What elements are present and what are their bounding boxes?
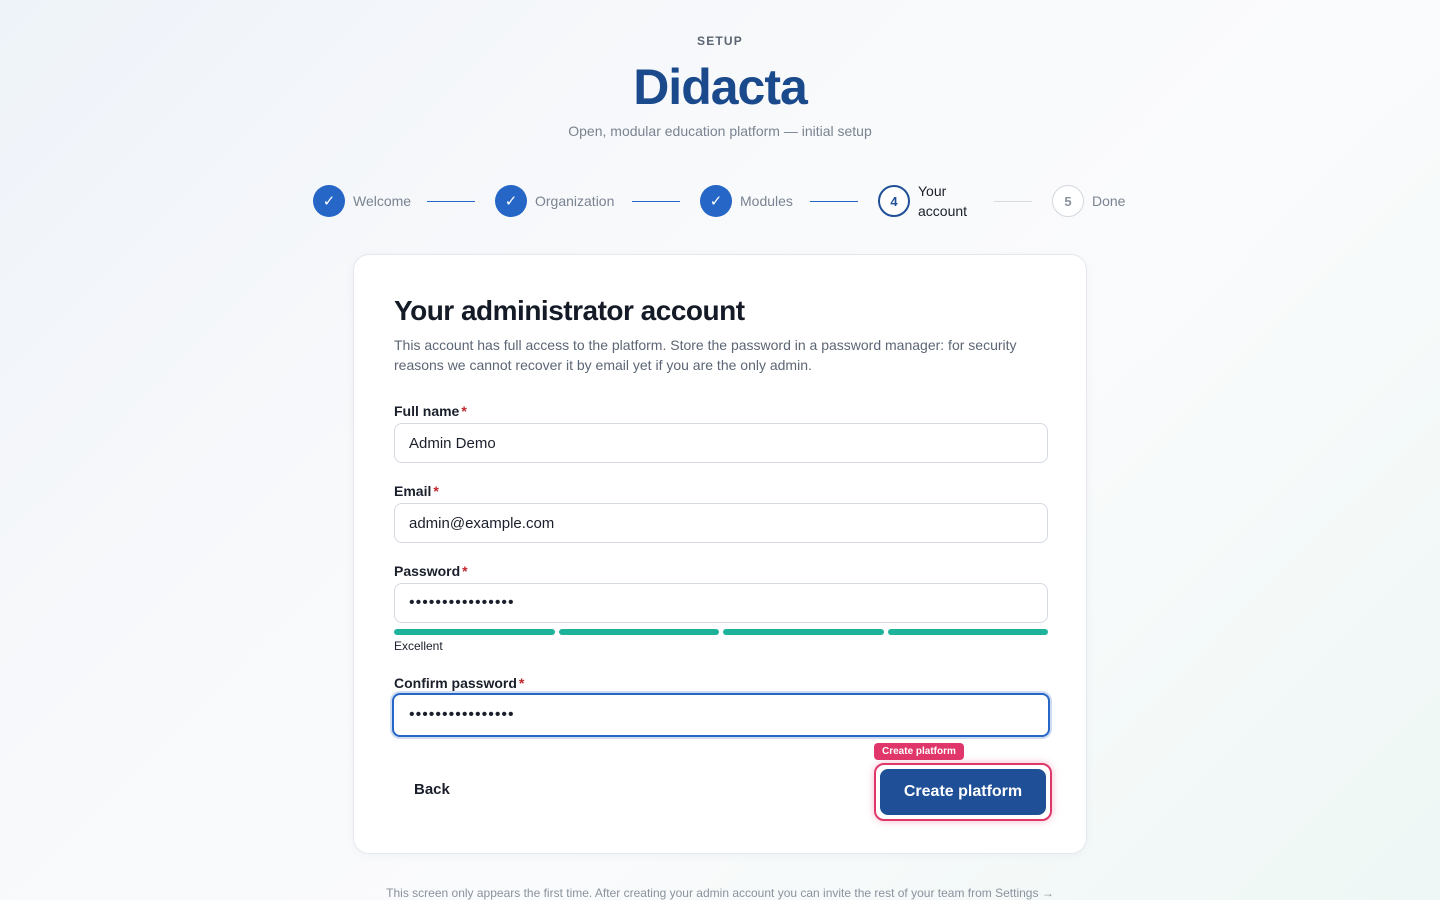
step-number: 5 [1052,185,1084,217]
strength-segment [887,629,1048,635]
step-label-line: Your [918,183,947,199]
step-done: 5 Done [1052,185,1125,217]
step-number: 4 [878,185,910,217]
step-label: Organization [535,193,615,209]
password-input[interactable]: •••••••••••••••• [394,583,1048,623]
tagline: Open, modular education platform — initi… [568,123,872,139]
strength-segment [394,629,555,635]
full-name-value: Admin Demo [409,434,496,452]
step-connector [632,201,680,202]
setup-stepper: ✓ Welcome ✓ Organization ✓ Modules 4 You… [0,180,1440,222]
label-text: Password [394,563,461,579]
brand-logo-text: Didacta [633,59,808,115]
step-label: Done [1092,193,1126,209]
create-platform-highlight: Create platform [874,763,1052,821]
password-label: Password * [394,563,468,579]
step-label: Your account [918,181,967,221]
step-label: Welcome [353,193,412,209]
step-organization: ✓ Organization [495,185,614,217]
email-label: Email * [394,483,439,499]
step-connector [994,201,1032,202]
confirm-password-label: Confirm password * [394,675,524,691]
step-label-line: account [918,203,968,219]
label-text: Confirm password [394,675,517,691]
confirm-password-masked-value: •••••••••••••••• [409,706,515,723]
back-button[interactable]: Back [394,775,470,804]
check-icon: ✓ [495,185,527,217]
card-description: This account has full access to the plat… [394,337,1017,373]
email-input[interactable]: admin@example.com [394,503,1048,543]
required-marker: * [433,483,439,499]
step-your-account: 4 Your account [878,181,967,221]
check-icon: ✓ [700,185,732,217]
required-marker: * [462,563,468,579]
required-marker: * [461,403,467,419]
strength-segment [558,629,719,635]
step-label: Modules [740,193,793,209]
password-strength-meter [394,629,1048,635]
label-text: Full name [394,403,460,419]
password-masked-value: •••••••••••••••• [409,594,515,611]
footer-note: This screen only appears the first time.… [386,886,1054,900]
step-connector [427,201,475,202]
email-value: admin@example.com [409,514,555,532]
password-strength-label: Excellent [394,639,443,653]
setup-eyebrow: SETUP [696,34,743,48]
create-platform-tooltip: Create platform [874,743,964,760]
full-name-input[interactable]: Admin Demo [394,423,1048,463]
card-title: Your administrator account [394,295,745,326]
confirm-password-input[interactable]: •••••••••••••••• [392,693,1050,737]
check-icon: ✓ [313,185,345,217]
admin-account-card: Your administrator account This account … [353,254,1087,854]
step-connector [810,201,858,202]
label-text: Email [394,483,432,499]
required-marker: * [518,675,525,691]
create-platform-button[interactable]: Create platform [880,769,1046,815]
strength-segment [723,629,884,635]
full-name-label: Full name * [394,403,467,419]
step-modules: ✓ Modules [700,185,793,217]
step-welcome: ✓ Welcome [313,185,411,217]
